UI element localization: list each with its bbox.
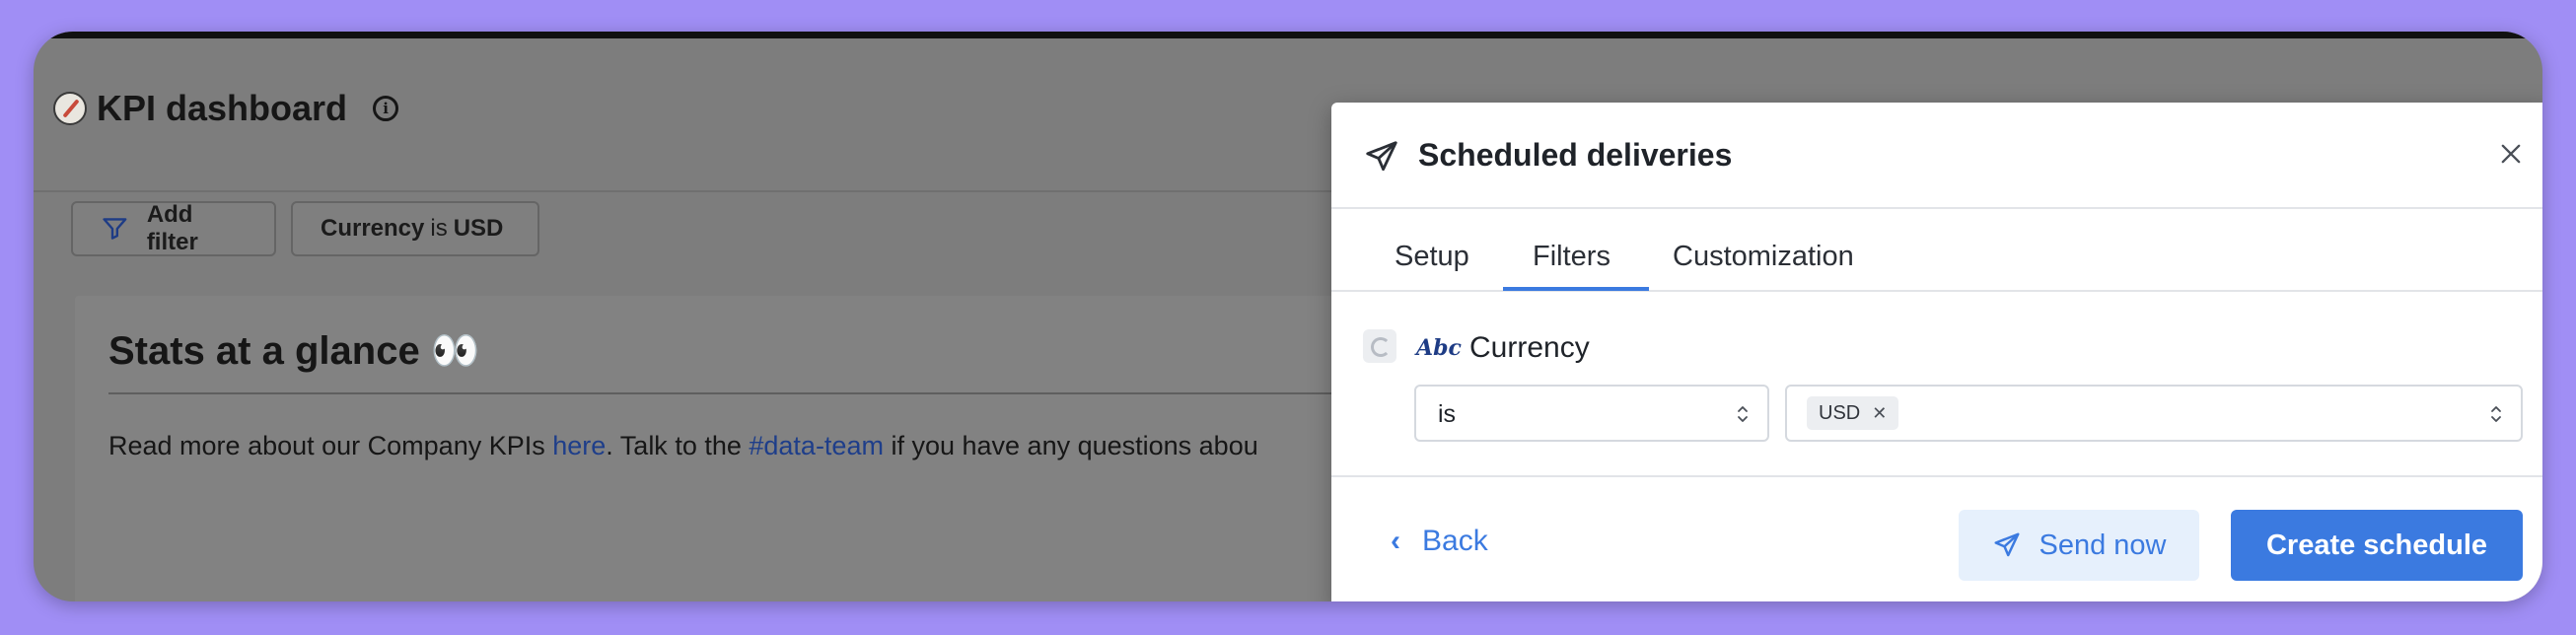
reset-filter-icon[interactable]	[1363, 329, 1396, 363]
currency-filter-chip[interactable]: Currency is USD	[291, 201, 539, 256]
filter-field: Currency	[321, 215, 425, 242]
dashboard-window: KPI dashboard i Add filter Currency is U…	[34, 32, 2542, 601]
card-text: Read more about our Company KPIs here. T…	[108, 431, 1258, 461]
compass-icon	[53, 92, 87, 125]
close-icon[interactable]	[2497, 140, 2525, 168]
operator-select[interactable]: is	[1414, 385, 1769, 442]
window-top-edge	[34, 32, 2542, 38]
back-label: Back	[1422, 525, 1488, 557]
card-title: Stats at a glance 👀	[108, 329, 480, 373]
card-text-part: . Talk to the	[606, 431, 750, 460]
modal-header: Scheduled deliveries	[1331, 103, 2542, 209]
tab-customization[interactable]: Customization	[1673, 241, 1854, 273]
footer-divider	[1331, 475, 2542, 477]
add-filter-button[interactable]: Add filter	[71, 201, 276, 256]
tab-setup[interactable]: Setup	[1395, 241, 1469, 273]
modal-title: Scheduled deliveries	[1418, 137, 1733, 173]
modal-tabs: Setup Filters Customization	[1331, 207, 2542, 292]
add-filter-label: Add filter	[146, 201, 198, 255]
card-text-part: Read more about our Company KPIs	[108, 431, 553, 460]
kpi-link[interactable]: here	[552, 431, 606, 460]
scheduled-deliveries-modal: Scheduled deliveries Setup Filters Custo…	[1331, 103, 2542, 601]
value-tag-label: USD	[1819, 401, 1861, 424]
text-card: Stats at a glance 👀 Read more about our …	[75, 296, 1515, 601]
text-type-icon: Abc	[1416, 335, 1462, 361]
funnel-icon	[103, 218, 127, 240]
card-divider	[108, 392, 1509, 394]
chevron-left-icon: ‹	[1391, 525, 1400, 557]
send-now-button[interactable]: Send now	[1959, 510, 2199, 581]
send-now-label: Send now	[2039, 529, 2167, 561]
create-schedule-label: Create schedule	[2265, 529, 2488, 561]
dashboard-title-group: KPI dashboard i	[53, 88, 399, 129]
value-select[interactable]: USD ✕	[1785, 385, 2523, 442]
send-plane-icon	[1994, 532, 2019, 557]
remove-tag-icon[interactable]: ✕	[1872, 403, 1887, 424]
active-tab-indicator	[1503, 287, 1649, 291]
card-text-part: if you have any questions abou	[883, 431, 1258, 460]
chevron-updown-icon	[1738, 406, 1748, 422]
tab-filters[interactable]: Filters	[1533, 241, 1610, 273]
info-icon[interactable]: i	[373, 96, 399, 121]
create-schedule-button[interactable]: Create schedule	[2231, 510, 2523, 581]
filter-value: USD	[453, 215, 504, 242]
send-plane-icon	[1366, 141, 1397, 172]
operator-value: is	[1438, 400, 1457, 428]
data-team-link[interactable]: #data-team	[749, 431, 884, 460]
filter-field-label: Currency	[1469, 331, 1590, 364]
value-tag: USD ✕	[1807, 396, 1899, 430]
filter-operator: is	[430, 215, 448, 242]
chevron-updown-icon	[2491, 406, 2501, 422]
dashboard-title: KPI dashboard	[97, 88, 348, 128]
back-button[interactable]: ‹ Back	[1391, 525, 1488, 558]
